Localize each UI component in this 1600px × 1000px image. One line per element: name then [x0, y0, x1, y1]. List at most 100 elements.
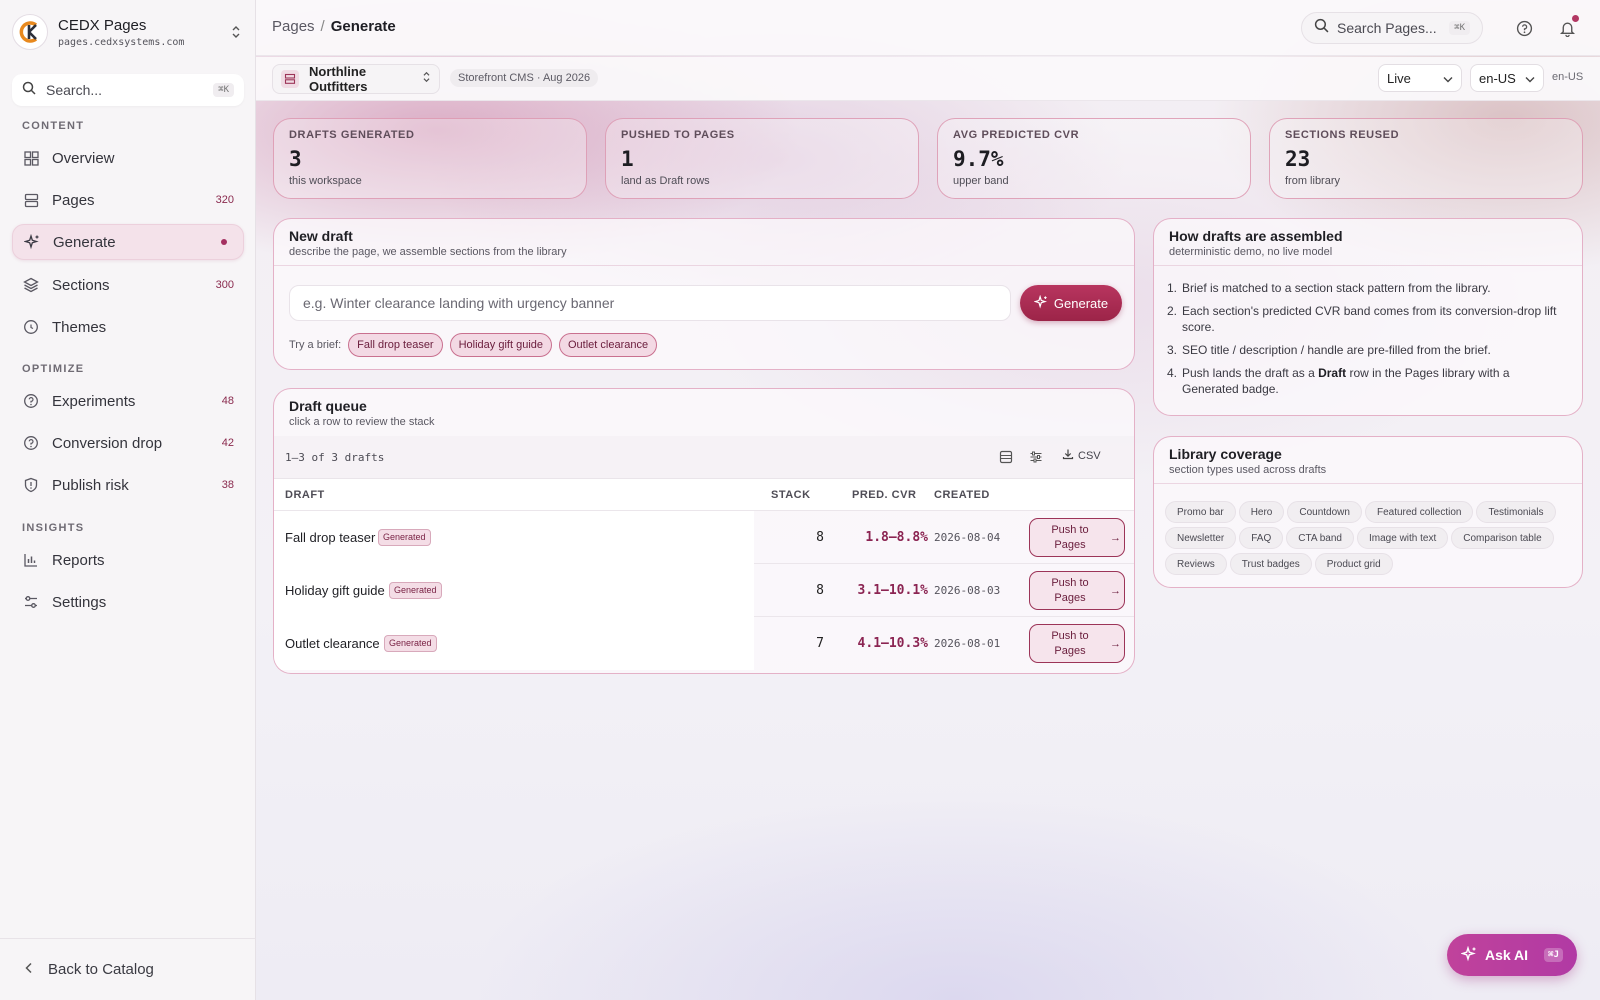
- locale-select[interactable]: en-US: [1470, 64, 1544, 92]
- draft-queue-card: Draft queue click a row to review the st…: [273, 388, 1135, 674]
- try-label: Try a brief:: [289, 339, 342, 351]
- section-label-content: CONTENT: [22, 120, 85, 132]
- sidebar-item-themes[interactable]: Themes: [12, 309, 244, 345]
- section-type-chip: CTA band: [1286, 527, 1354, 549]
- push-to-pages-label: Push to Pages: [1051, 576, 1089, 604]
- stat-sub: upper band: [953, 175, 1009, 187]
- sidebar-item-label: Conversion drop: [52, 434, 163, 452]
- sliders-icon: [22, 593, 40, 611]
- chevron-left-icon: [24, 961, 34, 978]
- stat-label: PUSHED TO PAGES: [621, 129, 735, 141]
- sidebar-item-overview[interactable]: Overview: [12, 140, 244, 176]
- top-bar: Pages / Generate Search Pages... ⌘K: [256, 0, 1600, 56]
- assembly-step: 4. Push lands the draft as a Draft row in…: [1167, 366, 1510, 396]
- back-to-catalog-link[interactable]: Back to Catalog: [0, 938, 256, 1000]
- back-to-catalog-label: Back to Catalog: [48, 961, 154, 978]
- assembly-step: 1. Brief is matched to a section stack pa…: [1167, 281, 1491, 295]
- sidebar-item-reports[interactable]: Reports: [12, 542, 244, 578]
- draft-cell: Fall drop teaser Generated: [274, 511, 754, 564]
- sidebar-item-conversion-drop[interactable]: Conversion drop 42: [12, 425, 244, 461]
- assembly-steps: 1. Brief is matched to a section stack pa…: [1167, 280, 1567, 404]
- help-circle-icon: [22, 392, 40, 410]
- sidebar-item-count: 42: [221, 437, 234, 449]
- column-header-created[interactable]: CREATED: [934, 489, 990, 501]
- card-subtitle: deterministic demo, no live model: [1169, 246, 1333, 258]
- arrow-right-icon: →: [1110, 637, 1121, 650]
- sidebar-item-publish-risk[interactable]: Publish risk 38: [12, 467, 244, 503]
- shortcut-hint: ⌘K: [1449, 21, 1470, 35]
- brief-input[interactable]: e.g. Winter clearance landing with urgen…: [289, 285, 1011, 321]
- sidebar-item-settings[interactable]: Settings: [12, 584, 244, 620]
- brief-chip[interactable]: Outlet clearance: [559, 333, 658, 357]
- stat-value: 9.7%: [953, 147, 1004, 171]
- stat-sub: from library: [1285, 175, 1341, 187]
- push-to-pages-button[interactable]: Push to Pages →: [1029, 571, 1125, 610]
- table-row[interactable]: Outlet clearance Generated 7 4.1–10.3% 2…: [274, 617, 1134, 670]
- ask-ai-button[interactable]: Ask AI ⌘J: [1447, 934, 1577, 976]
- sidebar-item-count: 38: [221, 479, 234, 491]
- section-type-chip: Reviews: [1165, 553, 1227, 575]
- bar-chart-icon: [22, 551, 40, 569]
- stat-value: 3: [289, 147, 302, 171]
- brief-chip[interactable]: Fall drop teaser: [348, 333, 443, 357]
- ask-ai-label: Ask AI: [1485, 947, 1529, 963]
- global-search-input[interactable]: Search Pages... ⌘K: [1301, 12, 1483, 44]
- bell-icon[interactable]: [1557, 15, 1579, 38]
- section-type-chip: Comparison table: [1451, 527, 1554, 549]
- sidebar-item-sections[interactable]: Sections 300: [12, 267, 244, 303]
- assembly-card: How drafts are assembled deterministic d…: [1153, 218, 1583, 416]
- stat-value: 1: [621, 147, 634, 171]
- section-type-chip: Hero: [1238, 501, 1285, 523]
- table-row[interactable]: Fall drop teaser Generated 8 1.8–8.8% 20…: [274, 511, 1134, 564]
- draft-name: Holiday gift guide: [285, 583, 385, 598]
- sidebar-search-input[interactable]: Search... ⌘K: [12, 74, 244, 106]
- sidebar-item-count: 320: [215, 194, 234, 206]
- push-to-pages-button[interactable]: Push to Pages →: [1029, 624, 1125, 663]
- generate-button-label: Generate: [1053, 295, 1109, 311]
- breadcrumb-root[interactable]: Pages: [272, 18, 315, 35]
- active-indicator-dot: [221, 239, 227, 245]
- global-search-placeholder: Search Pages...: [1337, 20, 1437, 36]
- section-type-chips: Promo bar Hero Countdown Featured collec…: [1165, 501, 1569, 579]
- section-type-chip: Countdown: [1287, 501, 1362, 523]
- sidebar-item-count: 48: [221, 395, 234, 407]
- column-header-draft[interactable]: DRAFT: [285, 489, 325, 501]
- section-type-chip: FAQ: [1239, 527, 1284, 549]
- sidebar-item-pages[interactable]: Pages 320: [12, 182, 244, 218]
- chevron-down-icon: [1525, 71, 1535, 86]
- stat-label: SECTIONS REUSED: [1285, 129, 1400, 141]
- brief-input-placeholder: e.g. Winter clearance landing with urgen…: [303, 295, 615, 311]
- column-header-pred-cvr[interactable]: PRED. CVR: [852, 489, 916, 501]
- sidebar-item-generate[interactable]: Generate: [12, 224, 244, 260]
- pred-cvr: 4.1–10.3%: [857, 636, 928, 651]
- storefront-icon: [281, 70, 299, 88]
- table-row[interactable]: Holiday gift guide Generated 8 3.1–10.1%…: [274, 564, 1134, 617]
- filter-sliders-icon[interactable]: [1026, 447, 1046, 467]
- brief-chip[interactable]: Holiday gift guide: [449, 333, 552, 357]
- breadcrumb: Pages / Generate: [272, 18, 396, 35]
- push-to-pages-button[interactable]: Push to Pages →: [1029, 518, 1125, 557]
- environment-select[interactable]: Live: [1378, 64, 1462, 92]
- help-icon[interactable]: [1514, 18, 1534, 38]
- sparkle-icon: [1033, 294, 1048, 312]
- shortcut-hint: ⌘J: [1544, 948, 1563, 962]
- stat-sub: land as Draft rows: [621, 175, 710, 187]
- sidebar-item-label: Overview: [52, 149, 115, 167]
- export-csv-button[interactable]: CSV: [1062, 448, 1101, 463]
- push-to-pages-label: Push to Pages: [1051, 629, 1089, 657]
- pred-cvr: 1.8–8.8%: [865, 530, 928, 545]
- environment-value: Live: [1387, 70, 1411, 86]
- density-icon[interactable]: [996, 447, 1016, 467]
- chevron-up-down-icon: [422, 70, 431, 88]
- table-header: DRAFT STACK PRED. CVR CREATED: [274, 479, 1134, 511]
- sidebar-item-experiments[interactable]: Experiments 48: [12, 383, 244, 419]
- brand-domain: pages.cedxsystems.com: [58, 36, 185, 48]
- locale-value: en-US: [1479, 70, 1516, 86]
- workspace-switcher[interactable]: CEDX Pages pages.cedxsystems.com: [12, 12, 244, 52]
- workspace-selector[interactable]: Northline Outfitters: [272, 64, 440, 94]
- table-toolbar: 1–3 of 3 drafts CSV: [274, 436, 1134, 479]
- column-header-stack[interactable]: STACK: [771, 489, 811, 501]
- shortcut-hint: ⌘K: [213, 83, 234, 97]
- chevron-up-down-icon: [228, 22, 244, 42]
- generate-button[interactable]: Generate: [1020, 285, 1122, 321]
